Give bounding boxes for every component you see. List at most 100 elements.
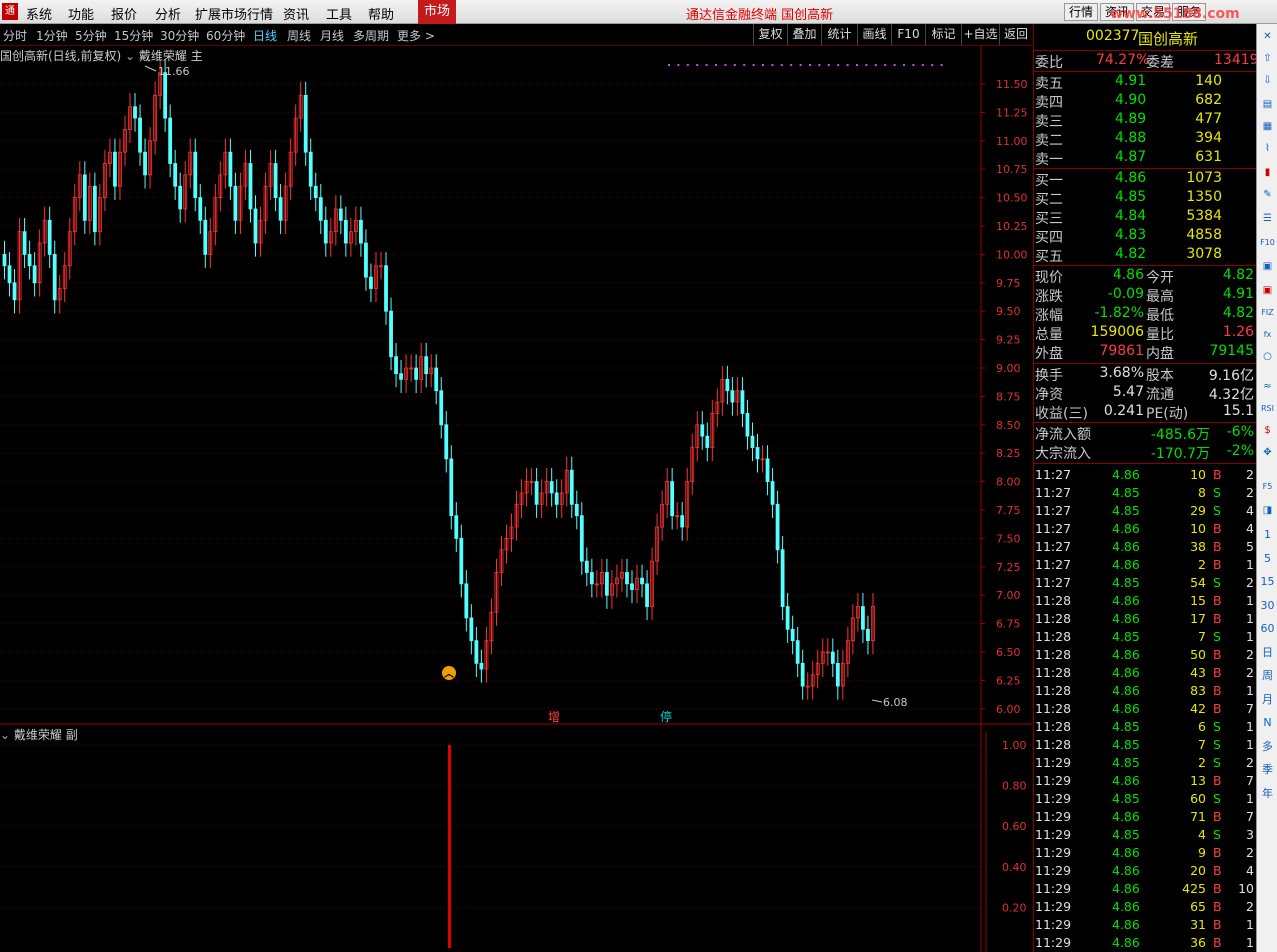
side-period-1[interactable]: 5 [1259,550,1276,567]
candle-body [399,373,403,380]
fiz-icon[interactable]: FIZ [1259,304,1276,321]
stock-header: 002377 国创高新 [1034,28,1256,50]
period-15min[interactable]: 15分钟 [114,27,153,44]
tick-volume: 2 [1198,755,1206,770]
period-60min[interactable]: 60分钟 [206,27,245,44]
fx-icon[interactable]: fx [1259,326,1276,343]
draw-icon[interactable]: ✎ [1259,186,1276,203]
tick-time: 11:29 [1035,791,1072,806]
wave-icon[interactable]: ≈ [1259,378,1276,395]
menu-system[interactable]: 系统 [26,4,52,23]
quote-button[interactable]: 行情 [1064,3,1098,21]
menu-analysis[interactable]: 分析 [155,4,181,23]
period-monthly[interactable]: 月线 [320,27,344,44]
stat2-row: 收益(三) 0.241 PE(动) 15.1 [1034,403,1256,422]
tool-f10[interactable]: F10 [891,24,925,45]
menu-tools[interactable]: 工具 [326,4,352,23]
move-icon[interactable]: ✥ [1259,444,1276,461]
table-icon[interactable]: ▦ [1259,118,1276,135]
sub-indicator[interactable]: 戴维荣耀 副 [14,728,78,742]
side-period-10[interactable]: 季 [1259,761,1276,778]
tool-adjust[interactable]: 复权 [753,24,787,45]
kline-icon[interactable]: ▮ [1259,164,1276,181]
menu-function[interactable]: 功能 [68,4,94,23]
candle-body [178,185,183,210]
tick-row: 11:27 4.86 10 B 4 [1034,520,1256,538]
side-period-5[interactable]: 日 [1259,644,1276,661]
period-multi[interactable]: 多周期 [353,27,389,44]
menu-extended-market[interactable]: 扩展市场行情 [195,4,273,23]
rsi-icon[interactable]: RSI [1259,400,1276,417]
main-indicator[interactable]: 戴维荣耀 主 [139,49,203,63]
tick-row: 11:29 4.86 71 B 7 [1034,808,1256,826]
side-period-8[interactable]: N [1259,714,1276,731]
list-icon[interactable]: ☰ [1259,210,1276,227]
divider [1034,422,1256,423]
split-icon[interactable]: ◨ [1259,502,1276,519]
dollar-icon[interactable]: $ [1259,422,1276,439]
tick-count: 4 [1246,521,1254,536]
tool-draw[interactable]: 画线 [857,24,891,45]
menu-news[interactable]: 资讯 [283,4,309,23]
arrow-up-icon[interactable]: ⇧ [1259,50,1276,67]
tool-add-favorite[interactable]: +自选 [961,24,999,45]
y-tick-label: 9.75 [996,277,1021,290]
side-period-11[interactable]: 年 [1259,785,1276,802]
notes-icon[interactable]: ▣ [1259,282,1276,299]
candle-body [273,163,278,198]
period-daily[interactable]: 日线 [253,27,277,44]
report-icon[interactable]: ▤ [1259,96,1276,113]
tool-overlay[interactable]: 叠加 [787,24,821,45]
menu-quote[interactable]: 报价 [111,4,137,23]
period-more[interactable]: 更多 > [397,27,435,44]
f5-icon[interactable]: F5 [1259,478,1276,495]
y-axis: 11.50 11.25 11.00 10.75 10.50 10.25 10.00 9.75 9… [981,78,1028,716]
period-intraday[interactable]: 分时 [3,27,27,44]
tick-row: 11:29 4.86 13 B 7 [1034,772,1256,790]
y-tick-label: 7.50 [996,532,1021,545]
arrow-down-icon[interactable]: ⇩ [1259,72,1276,89]
side-period-6[interactable]: 周 [1259,667,1276,684]
kline-chart[interactable]: 11.50 11.25 11.00 10.75 10.50 10.25 10.00 9.75 9… [0,46,1032,952]
period-30min[interactable]: 30分钟 [160,27,199,44]
tick-time: 11:29 [1035,827,1072,842]
chevron-down-icon[interactable]: ⌄ [125,49,135,63]
period-weekly[interactable]: 周线 [287,27,311,44]
side-period-7[interactable]: 月 [1259,691,1276,708]
side-period-4[interactable]: 60 [1259,620,1276,637]
bid-price: 4.82 [1115,246,1147,262]
menu-help[interactable]: 帮助 [368,4,394,23]
tick-volume: 2 [1198,557,1206,572]
market-tab[interactable]: 市场 [418,0,456,24]
tool-back[interactable]: 返回 [999,24,1032,45]
stat-label: 最低 [1146,308,1174,324]
tool-mark[interactable]: 标记 [925,24,961,45]
chevron-down-icon[interactable]: ⌄ [0,728,10,742]
side-period-2[interactable]: 15 [1259,573,1276,590]
f10-icon[interactable]: F10 [1259,234,1276,251]
watermark: www.55188.com [1110,6,1240,22]
tick-row: 11:28 4.86 17 B 1 [1034,610,1256,628]
side-period-0[interactable]: 1 [1259,526,1276,543]
line-chart-icon[interactable]: ⌇ [1259,140,1276,157]
period-1min[interactable]: 1分钟 [36,27,68,44]
signal-dot [696,64,699,66]
stat-label: 净资 [1035,387,1063,403]
candle-body [52,253,57,301]
tick-side: S [1213,827,1221,842]
tick-time: 11:28 [1035,683,1072,698]
side-period-9[interactable]: 多 [1259,738,1276,755]
period-5min[interactable]: 5分钟 [75,27,107,44]
low-label: 6.08 [883,696,908,709]
side-period-3[interactable]: 30 [1259,597,1276,614]
signal-dot [940,64,943,66]
tick-price: 4.85 [1112,719,1140,734]
circle-icon[interactable]: ○ [1259,348,1276,365]
close-icon[interactable]: ✕ [1259,28,1276,45]
news-icon[interactable]: ▣ [1259,258,1276,275]
stat-value: 15.1 [1222,403,1254,419]
stat-label: 涨幅 [1035,308,1063,324]
signal-dot [715,64,717,66]
tool-stats[interactable]: 统计 [821,24,857,45]
bid-row: 买五 4.82 3078 [1034,246,1256,265]
